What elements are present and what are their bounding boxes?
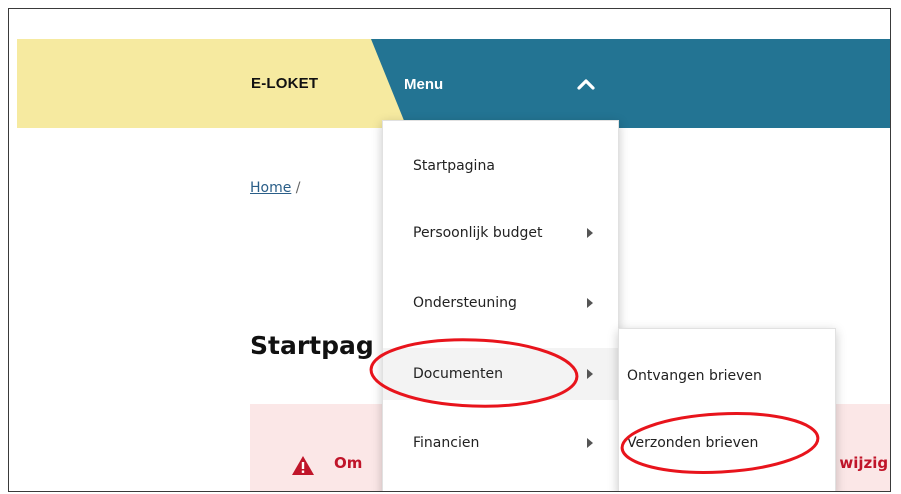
caret-right-icon [587, 298, 593, 308]
menu-toggle-label: Menu [404, 75, 444, 93]
brand-link[interactable]: E-LOKET [251, 75, 318, 92]
menu-item-label: Startpagina [413, 158, 495, 174]
submenu-item-label: Verzonden brieven [627, 435, 759, 451]
brand-bar [17, 39, 407, 128]
menu-item-label: Ondersteuning [413, 295, 517, 311]
submenu-item-verzonden-brieven[interactable]: Verzonden brieven [619, 425, 835, 461]
menu-item-startpagina[interactable]: Startpagina [383, 146, 618, 186]
screenshot-frame: E-LOKET Menu Home / Startpag Om e wijzig… [8, 8, 891, 492]
submenu-item-label: Ontvangen brieven [627, 368, 762, 384]
menu-item-financien[interactable]: Financien [383, 423, 618, 463]
menu-item-documenten[interactable]: Documenten [383, 348, 618, 400]
menu-item-label: Documenten [413, 366, 504, 382]
breadcrumb: Home / [250, 180, 301, 196]
menu-item-label: Financien [413, 435, 480, 451]
warning-icon [291, 455, 315, 480]
submenu-item-ontvangen-brieven[interactable]: Ontvangen brieven [619, 358, 835, 394]
menu-item-label: Persoonlijk budget [413, 225, 543, 241]
page-title: Startpag [250, 331, 374, 360]
caret-right-icon [587, 438, 593, 448]
menu-toggle-button[interactable]: Menu [404, 69, 597, 99]
caret-right-icon [587, 369, 593, 379]
site-header: E-LOKET Menu [17, 39, 890, 128]
alert-text-start: Om [334, 454, 363, 472]
breadcrumb-separator: / [295, 180, 301, 196]
main-menu-dropdown: Startpagina Persoonlijk budget Ondersteu… [382, 120, 619, 491]
menu-item-persoonlijk-budget[interactable]: Persoonlijk budget [383, 213, 618, 253]
breadcrumb-home-link[interactable]: Home [250, 180, 291, 196]
caret-right-icon [587, 228, 593, 238]
menu-item-ondersteuning[interactable]: Ondersteuning [383, 283, 618, 323]
documenten-submenu: Ontvangen brieven Verzonden brieven [618, 328, 836, 491]
chevron-up-icon [575, 73, 597, 95]
